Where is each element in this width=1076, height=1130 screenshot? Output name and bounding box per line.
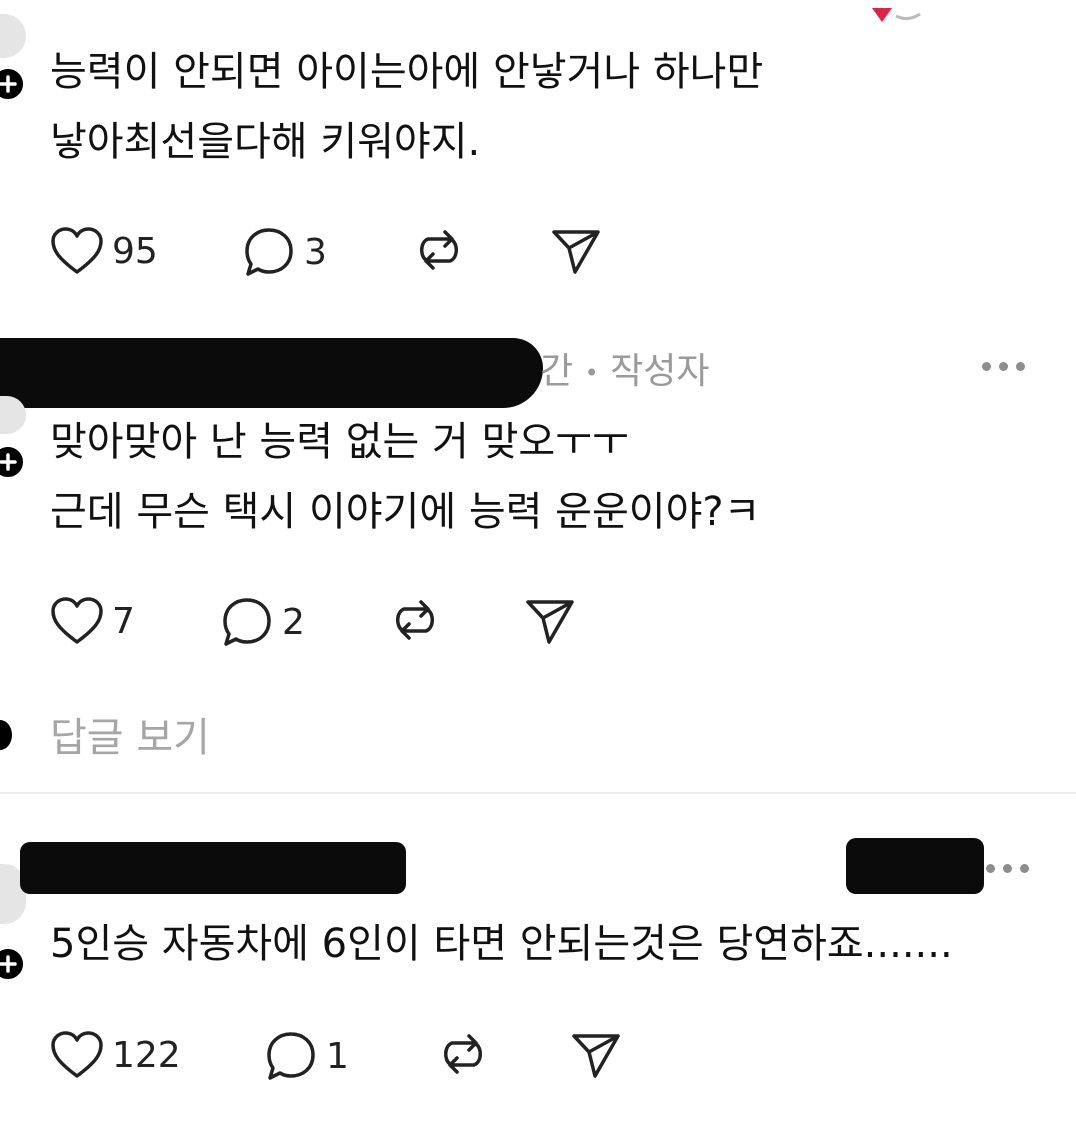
follow-plus-icon[interactable]	[0, 946, 26, 982]
thread-dot	[0, 720, 12, 750]
like-count: 122	[112, 1034, 181, 1076]
redacted-username	[0, 338, 543, 408]
like-heart-badge	[868, 0, 924, 26]
reply-count: 3	[304, 231, 327, 273]
time-suffix: 간	[540, 351, 574, 392]
reply-button[interactable]: 3	[242, 226, 327, 278]
like-button[interactable]: 7	[50, 596, 135, 646]
share-button[interactable]	[550, 226, 602, 280]
post-text-line: 낳아최선을다해 키워야지.	[50, 119, 481, 165]
reply-count: 1	[326, 1035, 349, 1077]
reply-button[interactable]: 2	[220, 596, 305, 648]
send-icon	[526, 600, 574, 644]
share-button[interactable]	[524, 596, 576, 650]
repost-button[interactable]	[412, 224, 466, 280]
like-count: 95	[112, 230, 158, 272]
post-text-line: 능력이 안되면 아이는아에 안낳거나 하나만	[50, 49, 764, 95]
share-button[interactable]	[570, 1030, 622, 1084]
heart-icon	[51, 1031, 103, 1078]
redacted-timestamp	[846, 838, 984, 894]
repost-icon	[420, 230, 458, 270]
repost-button[interactable]	[388, 594, 442, 650]
meta-bullet: •	[584, 359, 599, 387]
post-meta: 간 • 작성자	[540, 342, 710, 394]
send-icon	[552, 230, 600, 274]
avatar[interactable]	[0, 14, 26, 58]
author-badge: 작성자	[610, 351, 710, 392]
heart-icon	[51, 227, 103, 274]
more-icon[interactable]	[982, 362, 1025, 371]
post-text-line: 5인승 자동차에 6인이 타면 안되는것은 당연하죠.......	[50, 921, 953, 967]
follow-plus-icon[interactable]	[0, 66, 26, 102]
like-button[interactable]: 122	[50, 1030, 181, 1080]
send-icon	[572, 1034, 620, 1078]
reply-count: 2	[282, 601, 305, 643]
repost-icon	[444, 1034, 482, 1074]
post-text-line: 맞아맞아 난 능력 없는 거 맞오ㅜㅜ	[50, 419, 629, 465]
redacted-username	[20, 842, 406, 894]
heart-icon	[51, 597, 103, 644]
comment-icon	[223, 598, 271, 646]
like-count: 7	[112, 600, 135, 642]
thread-divider	[0, 792, 1076, 794]
repost-button[interactable]	[436, 1028, 490, 1084]
reply-button[interactable]: 1	[264, 1030, 349, 1082]
view-replies-link[interactable]: 답글 보기	[50, 706, 210, 770]
comment-icon	[267, 1032, 315, 1080]
comment-icon	[245, 228, 293, 276]
more-icon[interactable]	[986, 864, 1029, 873]
post-text-line: 근데 무슨 택시 이야기에 능력 운운이야?ㅋ	[50, 489, 761, 535]
repost-icon	[396, 600, 434, 640]
follow-plus-icon[interactable]	[0, 444, 26, 480]
like-button[interactable]: 95	[50, 226, 158, 276]
